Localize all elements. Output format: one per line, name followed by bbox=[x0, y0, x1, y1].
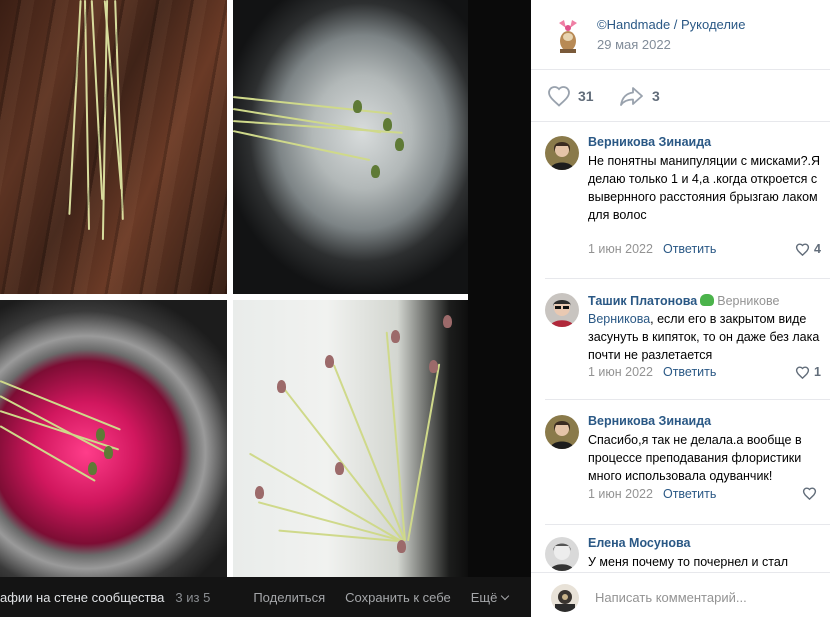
avatar[interactable] bbox=[545, 293, 579, 327]
comment-like-button[interactable] bbox=[802, 487, 821, 500]
like-button[interactable]: 31 bbox=[547, 85, 594, 107]
comment: Елена Мосунова У меня почему то почернел… bbox=[531, 525, 830, 572]
comment-text: Спасибо,я так не делала.а вообще в проце… bbox=[588, 433, 802, 483]
my-avatar bbox=[551, 584, 579, 612]
comment-text: Не понятны манипуляции с мисками?.Я дела… bbox=[588, 154, 821, 222]
photo-stems-in-pot bbox=[233, 0, 468, 294]
heart-icon bbox=[548, 86, 570, 107]
share-arrow-icon bbox=[620, 87, 643, 106]
comment-author[interactable]: Ташик Платонова bbox=[588, 294, 697, 308]
comment-author[interactable]: Верникова Зинаида bbox=[588, 414, 711, 428]
photo-dandelion-bouquet bbox=[233, 300, 468, 577]
photo-toolbar: афии на стене сообщества 3 из 5 Поделить… bbox=[0, 577, 531, 617]
post-panel: ©Handmade / Рукоделие 29 мая 2022 31 3 В… bbox=[531, 0, 830, 617]
comment-meta: 1 июн 2022 Ответить bbox=[588, 487, 716, 501]
comment-like-button[interactable]: 4 bbox=[795, 242, 821, 256]
comment: Верникова Зинаида Не понятны манипуляции… bbox=[531, 122, 830, 272]
like-count: 31 bbox=[578, 88, 594, 104]
reply-button[interactable]: Ответить bbox=[663, 365, 716, 379]
comment-date: 1 июн 2022 bbox=[588, 242, 653, 256]
comment-date: 1 июн 2022 bbox=[588, 487, 653, 501]
comment-like-count: 1 bbox=[814, 365, 821, 379]
photo-collage[interactable] bbox=[0, 0, 468, 577]
share-photo-button[interactable]: Поделиться bbox=[253, 590, 325, 605]
comment-like-count: 4 bbox=[814, 242, 821, 256]
comment-date: 1 июн 2022 bbox=[588, 365, 653, 379]
heart-icon bbox=[802, 487, 817, 500]
avatar[interactable] bbox=[545, 537, 579, 571]
share-button[interactable]: 3 bbox=[619, 85, 660, 107]
comment-text: У меня почему то почернел и стал bbox=[588, 555, 789, 569]
frog-sticker-icon bbox=[700, 294, 715, 306]
comment-composer bbox=[531, 572, 830, 617]
group-avatar[interactable] bbox=[548, 15, 588, 55]
photo-stems-on-table bbox=[0, 0, 227, 294]
comment: Ташик Платонова Верникове Верникова, если… bbox=[531, 279, 830, 399]
chevron-down-icon bbox=[501, 591, 510, 600]
comment-author[interactable]: Елена Мосунова bbox=[588, 536, 690, 550]
post-header: ©Handmade / Рукоделие 29 мая 2022 bbox=[531, 0, 830, 70]
comment-meta: 1 июн 2022 Ответить bbox=[588, 365, 716, 379]
share-count: 3 bbox=[652, 88, 660, 104]
post-date: 29 мая 2022 bbox=[597, 37, 671, 52]
avatar[interactable] bbox=[545, 136, 579, 170]
mention-link[interactable]: Верникова bbox=[588, 312, 650, 326]
comment-input[interactable] bbox=[595, 585, 820, 609]
reply-button[interactable]: Ответить bbox=[663, 487, 716, 501]
heart-icon bbox=[795, 242, 810, 256]
avatar[interactable] bbox=[545, 415, 579, 449]
comment: Верникова Зинаида Спасибо,я так не делал… bbox=[531, 400, 830, 522]
comments-list: Верникова Зинаида Не понятны манипуляции… bbox=[531, 122, 830, 572]
photo-viewer[interactable]: афии на стене сообщества 3 из 5 Поделить… bbox=[0, 0, 531, 617]
album-link[interactable]: афии на стене сообщества bbox=[0, 590, 164, 605]
save-photo-button[interactable]: Сохранить к себе bbox=[345, 590, 451, 605]
more-label: Ещё bbox=[470, 589, 498, 605]
comment-author[interactable]: Верникова Зинаида bbox=[588, 135, 711, 149]
photo-counter: 3 из 5 bbox=[175, 589, 211, 605]
comment-text: Верникова, если его в закрытом виде засу… bbox=[588, 310, 823, 364]
reply-to-name[interactable]: Верникове bbox=[717, 294, 779, 308]
comment-author-row: Ташик Платонова Верникове bbox=[588, 293, 779, 308]
photo-stems-in-dye bbox=[0, 300, 227, 577]
heart-icon bbox=[795, 365, 810, 379]
comment-like-button[interactable]: 1 bbox=[795, 365, 821, 379]
post-actions: 31 3 bbox=[531, 70, 830, 122]
reply-button[interactable]: Ответить bbox=[663, 242, 716, 256]
more-button[interactable]: Ещё bbox=[470, 589, 510, 605]
group-name-link[interactable]: ©Handmade / Рукоделие bbox=[597, 17, 745, 32]
comment-meta: 1 июн 2022 Ответить bbox=[588, 242, 716, 256]
